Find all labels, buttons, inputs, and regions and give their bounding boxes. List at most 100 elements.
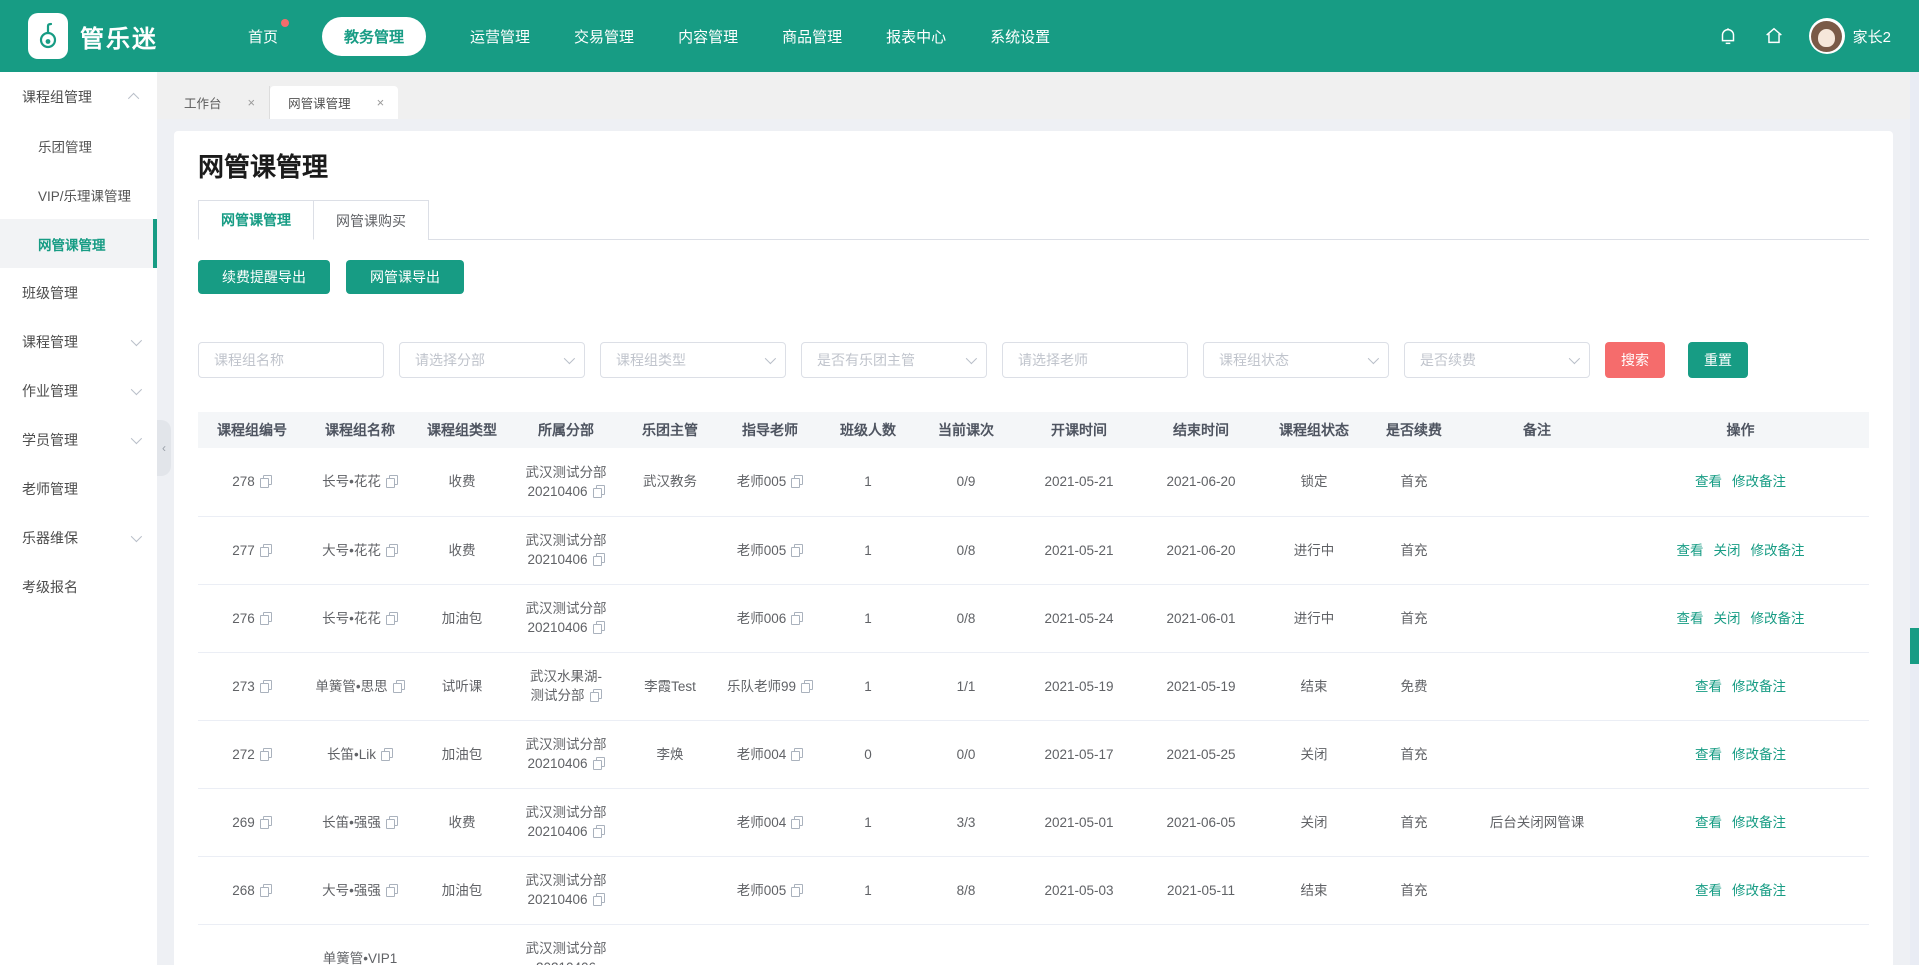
action-link[interactable]: 修改备注 [1732,883,1786,898]
copy-icon[interactable] [791,612,803,625]
copy-icon[interactable] [791,816,803,829]
sidebar-item-class[interactable]: 班级管理 [0,268,157,317]
sidebar-item-vip-theory[interactable]: VIP/乐理课管理 [0,170,157,219]
page-subtabs: 网管课管理 网管课购买 [198,200,1869,240]
course-group-status-select[interactable]: 课程组状态 [1203,342,1389,378]
sidebar-item-students[interactable]: 学员管理 [0,415,157,464]
copy-icon[interactable] [386,816,398,829]
page-card: 网管课管理 网管课管理 网管课购买 续费提醒导出 网管课导出 请选择分部 [174,131,1893,965]
nav-home[interactable]: 首页 [248,26,278,47]
action-link[interactable]: 查看 [1695,747,1722,762]
copy-icon[interactable] [593,757,605,770]
action-link[interactable]: 查看 [1695,883,1722,898]
bell-icon[interactable] [1717,25,1739,47]
cell-end-date: 2021-05-11 [1140,856,1262,924]
copy-icon[interactable] [386,475,398,488]
copy-icon[interactable] [791,884,803,897]
col-header: 指导老师 [718,412,822,448]
action-link[interactable]: 查看 [1677,611,1704,626]
cell-actions: 查看修改备注 [1612,788,1869,856]
action-link[interactable]: 修改备注 [1732,474,1786,489]
copy-icon[interactable] [393,680,405,693]
course-group-table: 课程组编号 课程组名称 课程组类型 所属分部 乐团主管 指导老师 班级人数 当前… [198,412,1869,965]
copy-icon[interactable] [386,884,398,897]
copy-icon[interactable] [590,689,602,702]
action-link[interactable]: 修改备注 [1751,543,1805,558]
action-link[interactable]: 查看 [1695,815,1722,830]
cell-status [1262,924,1366,965]
nav-academic[interactable]: 教务管理 [322,17,426,56]
close-icon[interactable]: × [377,95,385,110]
copy-icon[interactable] [381,748,393,761]
sidebar-item-instrument-maintenance[interactable]: 乐器维保 [0,513,157,562]
tab-online-course-mgmt[interactable]: 网管课管理 × [270,86,398,119]
sidebar-item-exam-registration[interactable]: 考级报名 [0,562,157,611]
cell-orchestra-leader [622,856,718,924]
avatar [1809,18,1845,54]
nav-settings[interactable]: 系统设置 [990,26,1050,47]
subtab-online-course-purchase[interactable]: 网管课购买 [314,200,429,240]
brand-name: 管乐迷 [80,19,158,54]
copy-icon[interactable] [801,680,813,693]
action-link[interactable]: 关闭 [1714,543,1741,558]
vertical-scrollbar[interactable] [1910,72,1919,965]
home-icon[interactable] [1763,25,1785,47]
action-link[interactable]: 查看 [1695,474,1722,489]
action-link[interactable]: 关闭 [1714,611,1741,626]
copy-icon[interactable] [260,475,272,488]
copy-icon[interactable] [260,612,272,625]
sidebar-collapse-handle[interactable]: ‹ [157,420,171,476]
has-orchestra-leader-select[interactable]: 是否有乐团主管 [801,342,987,378]
copy-icon[interactable] [593,893,605,906]
nav-transactions[interactable]: 交易管理 [574,26,634,47]
copy-icon[interactable] [791,475,803,488]
copy-icon[interactable] [260,884,272,897]
copy-icon[interactable] [593,825,605,838]
copy-icon[interactable] [386,544,398,557]
renew-reminder-export-button[interactable]: 续费提醒导出 [198,260,330,294]
copy-icon[interactable] [260,748,272,761]
copy-icon[interactable] [386,612,398,625]
course-group-type-select[interactable]: 课程组类型 [600,342,786,378]
action-link[interactable]: 修改备注 [1732,679,1786,694]
subtab-online-course-mgmt[interactable]: 网管课管理 [198,200,314,240]
nav-reports[interactable]: 报表中心 [886,26,946,47]
user-menu[interactable]: 家长2 [1809,18,1891,54]
search-button[interactable]: 搜索 [1605,342,1665,378]
copy-icon[interactable] [260,816,272,829]
nav-operations[interactable]: 运营管理 [470,26,530,47]
renew-select[interactable]: 是否续费 [1404,342,1590,378]
copy-icon[interactable] [791,748,803,761]
action-link[interactable]: 修改备注 [1732,747,1786,762]
copy-icon[interactable] [260,680,272,693]
cell-current-sessions: 0/9 [914,448,1018,516]
sidebar-item-online-course[interactable]: 网管课管理 [0,219,157,268]
reset-button[interactable]: 重置 [1688,342,1748,378]
nav-content[interactable]: 内容管理 [678,26,738,47]
workspace-tabbar: 工作台 × 网管课管理 × [157,72,1919,119]
nav-products[interactable]: 商品管理 [782,26,842,47]
action-link[interactable]: 查看 [1695,679,1722,694]
close-icon[interactable]: × [248,95,256,110]
tab-workbench[interactable]: 工作台 × [166,86,270,119]
course-group-name-input[interactable] [198,342,384,378]
sidebar-item-homework[interactable]: 作业管理 [0,366,157,415]
action-link[interactable]: 修改备注 [1732,815,1786,830]
copy-icon[interactable] [593,553,605,566]
chevron-down-icon [131,383,142,394]
sidebar-item-course[interactable]: 课程管理 [0,317,157,366]
copy-icon[interactable] [260,544,272,557]
sidebar-item-course-group[interactable]: 课程组管理 [0,72,157,121]
sidebar-item-orchestra[interactable]: 乐团管理 [0,121,157,170]
branch-select[interactable]: 请选择分部 [399,342,585,378]
action-link[interactable]: 修改备注 [1751,611,1805,626]
teacher-input[interactable] [1002,342,1188,378]
cell-orchestra-leader [622,516,718,584]
copy-icon[interactable] [593,621,605,634]
scrollbar-thumb[interactable] [1910,628,1919,664]
sidebar-item-teachers[interactable]: 老师管理 [0,464,157,513]
copy-icon[interactable] [593,485,605,498]
online-course-export-button[interactable]: 网管课导出 [346,260,464,294]
copy-icon[interactable] [791,544,803,557]
action-link[interactable]: 查看 [1677,543,1704,558]
